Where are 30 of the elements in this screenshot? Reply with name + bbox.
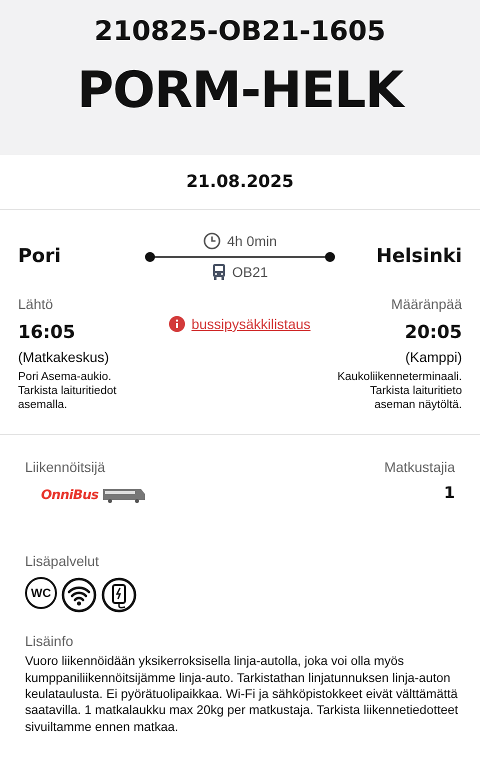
duration: 4h 0min [227, 233, 277, 249]
departure-station: (Matkakeskus) [18, 349, 110, 365]
passenger-count: 1 [444, 483, 455, 502]
bus-icon [212, 264, 226, 280]
phone-charging-icon [101, 577, 137, 614]
info-icon [169, 316, 186, 332]
stop-list-link[interactable]: bussipysäkkilistaus [169, 316, 311, 332]
services-label: Lisäpalvelut [25, 553, 100, 570]
departure-time: 16:05 [18, 322, 76, 343]
booking-code: 210825-OB21-1605 [94, 16, 386, 47]
info-label: Lisäinfo [25, 633, 74, 650]
wifi-icon [61, 577, 97, 614]
info-text: Vuoro liikennöidään yksikerroksisella linja-autolla, joka voi olla myös kumppaniliikennöitsijämme linja-auto. Tarkistathan linjatunnuksen linja-auton keulataulusta. Ei pyörätuolipaikkaa. Wi-Fi ja sähköpistokkeet eivät välttämättä saatavilla. 1 matkalaukku max 20kg per matkustaja. Tarkista liikennetiedotteet sivuiltamme ennen matkaa. [25, 653, 460, 736]
arrival-time: 20:05 [404, 322, 462, 343]
clock-icon [203, 232, 222, 250]
bus-icon [102, 487, 146, 504]
departure-note: Pori Asema-aukio. Tarkista laituritiedot asemalla. [18, 371, 118, 412]
wc-icon: WC [25, 577, 57, 610]
departure-label: Lähtö [18, 296, 54, 312]
operator-label: Liikennöitsijä [25, 459, 106, 476]
arrival-station: (Kamppi) [405, 349, 462, 365]
origin-city: Pori [18, 245, 62, 267]
operator-logo: OnniBus [41, 488, 98, 503]
route-code: PORM-HELK [77, 61, 403, 119]
destination-city: Helsinki [375, 245, 462, 267]
line-number: OB21 [232, 264, 268, 280]
arrival-label: Määränpää [391, 296, 462, 312]
travel-date: 21.08.2025 [186, 172, 294, 192]
passengers-label: Matkustajia [384, 459, 455, 476]
arrival-note: Kaukoliikenneterminaali. Tarkista laituritieto aseman näytöltä. [336, 371, 462, 412]
